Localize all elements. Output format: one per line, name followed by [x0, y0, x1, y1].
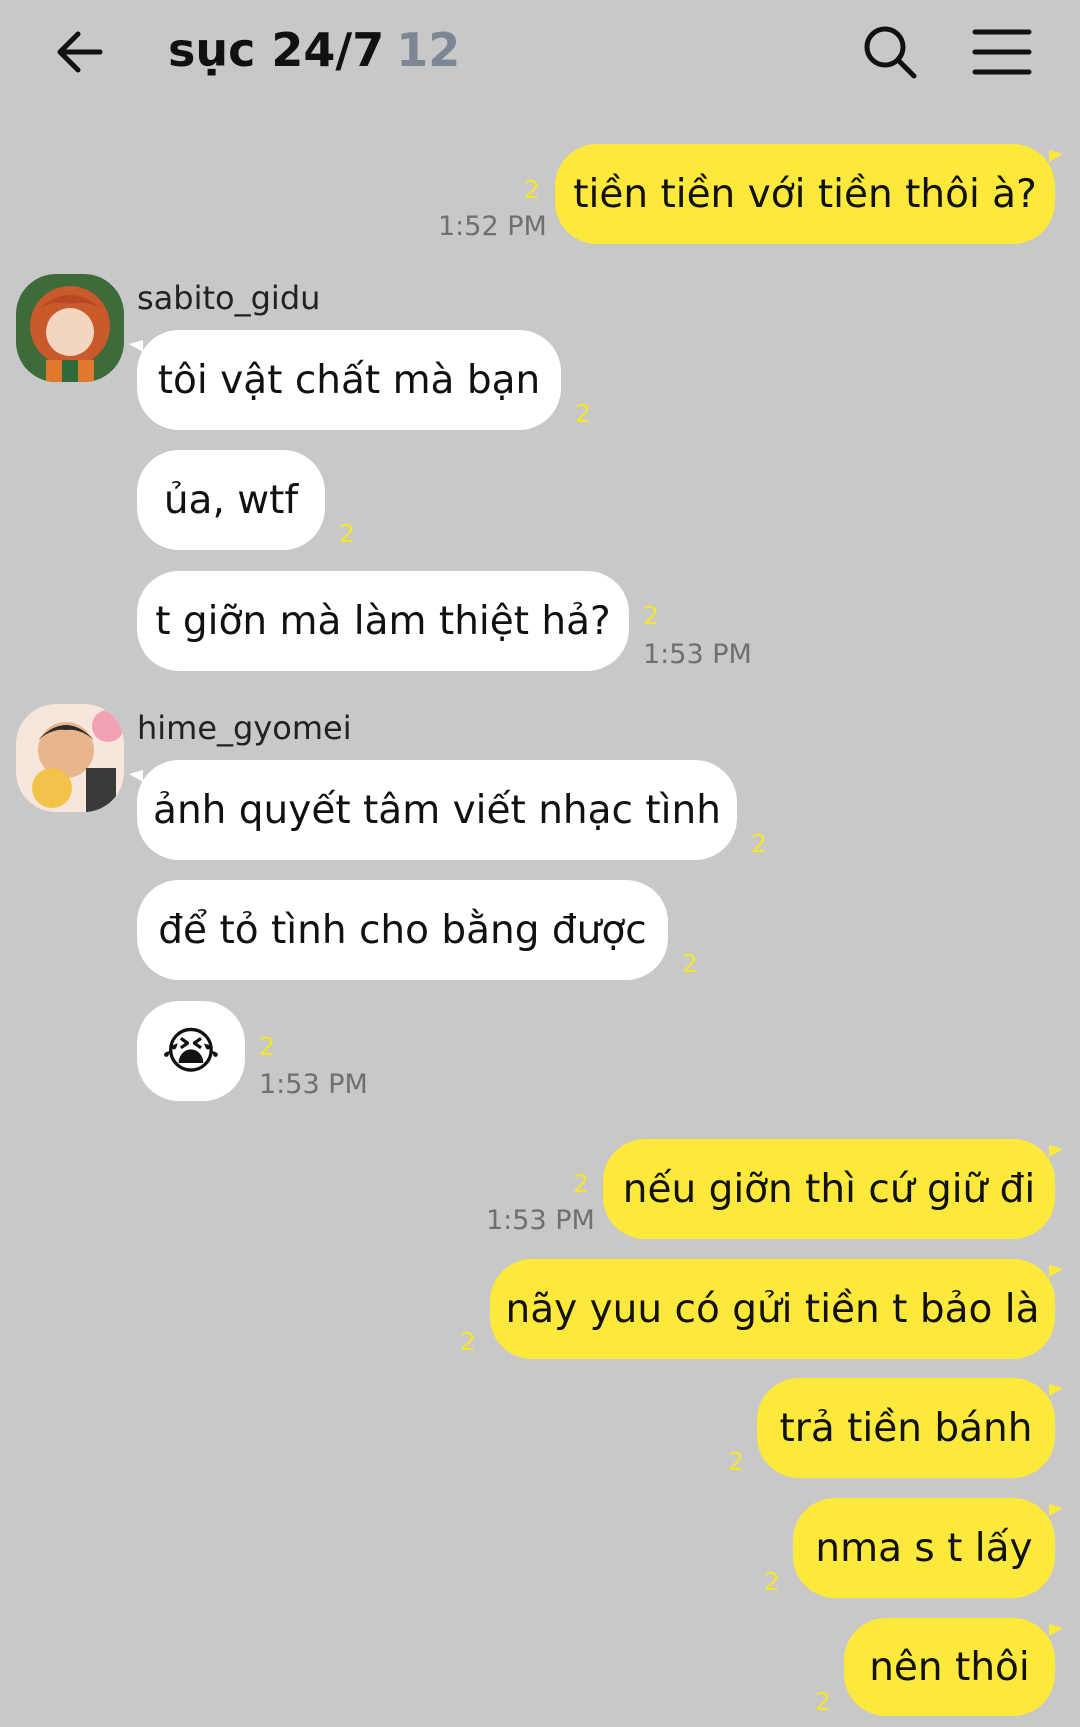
message-text: nãy yuu có gửi tiền t bảo là — [505, 1286, 1040, 1332]
message-bubble-mine[interactable]: trả tiền bánh — [757, 1378, 1055, 1478]
unread-count: 2 — [643, 601, 659, 630]
avatar-sabito[interactable] — [16, 274, 124, 382]
unread-count: 2 — [573, 1169, 589, 1198]
chat-title: sục 24/7 12 — [168, 22, 460, 78]
message-text: trả tiền bánh — [779, 1405, 1033, 1451]
message-bubble-theirs[interactable]: t giỡn mà làm thiệt hả? — [137, 571, 629, 671]
message-bubble-theirs[interactable]: tôi vật chất mà bạn — [137, 330, 561, 430]
message-text: để tỏ tình cho bằng được — [158, 907, 647, 953]
message-bubble-mine[interactable]: nma s t lấy — [793, 1498, 1055, 1598]
unread-count: 2 — [524, 175, 540, 204]
unread-count: 2 — [764, 1567, 780, 1596]
message-bubble-theirs[interactable]: ảnh quyết tâm viết nhạc tình — [137, 760, 737, 860]
unread-count: 2 — [682, 949, 698, 978]
sender-name: hime_gyomei — [137, 709, 352, 747]
message-bubble-mine[interactable]: nếu giỡn thì cứ giữ đi — [603, 1139, 1055, 1239]
member-count: 12 — [396, 23, 461, 77]
unread-count: 2 — [259, 1032, 275, 1061]
message-time: 1:53 PM — [486, 1205, 595, 1236]
search-button[interactable] — [860, 22, 920, 82]
arrow-left-icon — [57, 31, 103, 73]
unread-count: 2 — [460, 1327, 476, 1356]
unread-count: 2 — [728, 1447, 744, 1476]
message-text: nma s t lấy — [815, 1525, 1033, 1571]
message-bubble-theirs[interactable]: ủa, wtf — [137, 450, 325, 550]
crying-emoji: 😭 — [161, 1022, 221, 1080]
avatar-image — [16, 704, 124, 812]
message-bubble-theirs[interactable]: để tỏ tình cho bằng được — [137, 880, 668, 980]
message-text: nếu giỡn thì cứ giữ đi — [622, 1166, 1036, 1212]
message-text: tôi vật chất mà bạn — [157, 357, 541, 403]
message-text: t giỡn mà làm thiệt hả? — [155, 598, 611, 644]
chat-name: sục 24/7 — [168, 23, 385, 77]
message-bubble-mine[interactable]: nãy yuu có gửi tiền t bảo là — [490, 1259, 1055, 1359]
message-text: tiền tiền với tiền thôi à? — [573, 171, 1037, 217]
search-icon — [864, 26, 917, 79]
avatar-hime[interactable] — [16, 704, 124, 812]
avatar-image — [16, 274, 124, 382]
unread-count: 2 — [339, 519, 355, 548]
unread-count: 2 — [815, 1687, 831, 1716]
message-bubble-theirs[interactable]: 😭 — [137, 1001, 245, 1101]
message-text: ủa, wtf — [163, 477, 299, 523]
message-time: 1:53 PM — [643, 639, 752, 670]
unread-count: 2 — [751, 829, 767, 858]
unread-count: 2 — [575, 399, 591, 428]
message-time: 1:52 PM — [438, 211, 547, 242]
menu-icon — [972, 29, 1032, 75]
back-button[interactable] — [52, 24, 108, 80]
message-text: nên thôi — [869, 1644, 1030, 1690]
menu-button[interactable] — [972, 26, 1032, 78]
message-time: 1:53 PM — [259, 1069, 368, 1100]
chat-header: sục 24/7 12 — [0, 0, 1080, 108]
message-bubble-mine[interactable]: tiền tiền với tiền thôi à? — [555, 144, 1055, 244]
sender-name: sabito_gidu — [137, 279, 321, 317]
message-bubble-mine[interactable]: nên thôi — [844, 1618, 1055, 1716]
message-text: ảnh quyết tâm viết nhạc tình — [153, 787, 721, 833]
